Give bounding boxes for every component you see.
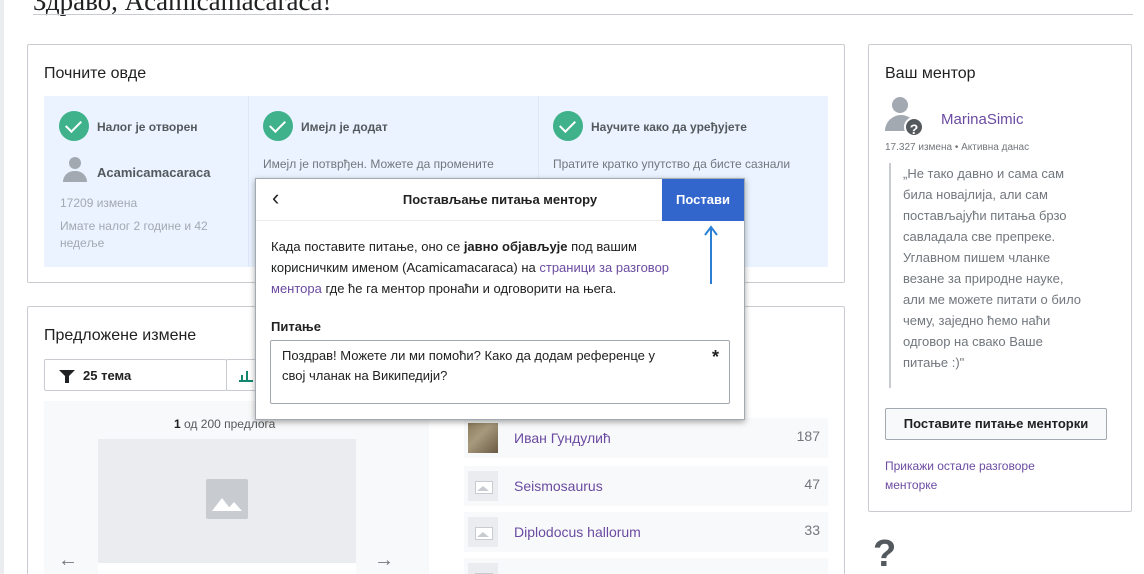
topic-filter-button[interactable]: 25 тема — [44, 359, 227, 391]
other-conversations-link[interactable]: Прикажи остале разговоре менторке — [885, 457, 1105, 495]
difficulty-bars-icon — [239, 370, 253, 382]
dialog-header: Постављање питања ментору ‹ Постави — [256, 179, 744, 221]
question-label: Питање — [271, 319, 321, 334]
next-arrow-icon[interactable]: → — [374, 549, 394, 572]
suggested-edits-title: Предложене измене — [44, 327, 197, 344]
checkmark-icon — [553, 111, 583, 141]
image-placeholder-icon — [468, 471, 498, 501]
question-textarea[interactable]: Поздрав! Можете ли ми помоћи? Како да до… — [270, 340, 730, 404]
ask-mentor-dialog: Постављање питања ментору ‹ Постави Када… — [255, 178, 745, 420]
account-age-line1: Имате налог 2 године и 42 — [60, 219, 208, 233]
task-email-desc: Имејл је потврђен. Можете да промените — [263, 157, 494, 171]
required-asterisk-icon: * — [711, 347, 719, 367]
suggestion-card[interactable] — [98, 439, 356, 574]
user-icon — [63, 157, 87, 183]
article-thumbnail — [468, 423, 498, 453]
talk-page-link-cont[interactable]: ментора — [271, 281, 322, 296]
article-row[interactable]: Иван Гундулић 187 — [464, 418, 828, 458]
task-email-added: Имејл је додат — [301, 120, 388, 134]
start-username: Acamicamacaraca — [97, 165, 211, 180]
dialog-notice: Када поставите питање, оно се јавно обја… — [271, 239, 670, 296]
task-learn-desc: Пратите кратко упутство да бисте сазнали — [553, 157, 791, 171]
start-edit-count: 17209 измена — [60, 196, 138, 210]
annotation-arrow-icon — [704, 225, 718, 284]
page-left-edge — [0, 0, 4, 574]
help-question-icon: ? — [873, 533, 897, 574]
checkmark-icon — [263, 111, 293, 141]
image-placeholder-icon — [468, 517, 498, 547]
mentor-module-title: Ваш ментор — [885, 65, 976, 82]
filter-icon-stem — [65, 376, 69, 383]
ask-mentor-button[interactable]: Поставите питање менторки — [885, 408, 1107, 440]
checkmark-icon — [59, 111, 89, 141]
topic-filter-label: 25 тема — [83, 368, 132, 383]
article-row[interactable]: Seismosaurus 47 — [464, 466, 828, 506]
article-title: Diplodocus hallorum — [514, 524, 641, 540]
task-learn-editing[interactable]: Научите како да уређујете — [591, 120, 747, 134]
image-placeholder-icon — [206, 479, 248, 519]
image-placeholder-icon — [468, 563, 498, 574]
help-badge-icon: ? — [904, 117, 924, 137]
mentor-intro-quote: „Не тако давно и сама сам била новајлија… — [889, 163, 1109, 388]
back-icon[interactable]: ‹ — [272, 187, 279, 209]
talk-page-link[interactable]: страници за разговор — [539, 260, 669, 275]
article-title: Seismosaurus — [514, 478, 603, 494]
article-row[interactable]: Diplodocus hallorum 33 — [464, 512, 828, 552]
post-button[interactable]: Постави — [662, 179, 744, 221]
article-count: 187 — [796, 428, 820, 444]
mentor-module: Ваш ментор ? MarinaSimic 17.327 измена •… — [868, 44, 1132, 512]
heading-divider — [33, 14, 1133, 15]
start-module-title: Почните овде — [44, 65, 147, 82]
article-count: 47 — [804, 476, 820, 492]
mentor-avatar-icon: ? — [885, 97, 925, 137]
article-title: Иван Гундулић — [514, 430, 611, 446]
previous-arrow-icon[interactable]: ← — [58, 549, 78, 572]
account-age-line2: недеље — [60, 236, 105, 250]
mentor-meta: 17.327 измена • Активна данас — [885, 142, 1030, 153]
article-count: 33 — [804, 522, 820, 538]
column-divider — [248, 96, 249, 267]
article-row[interactable] — [464, 558, 828, 574]
task-account-created: Налог је отворен — [97, 120, 198, 134]
mentor-name-link[interactable]: MarinaSimic — [941, 111, 1024, 128]
card-text-area — [98, 563, 356, 574]
